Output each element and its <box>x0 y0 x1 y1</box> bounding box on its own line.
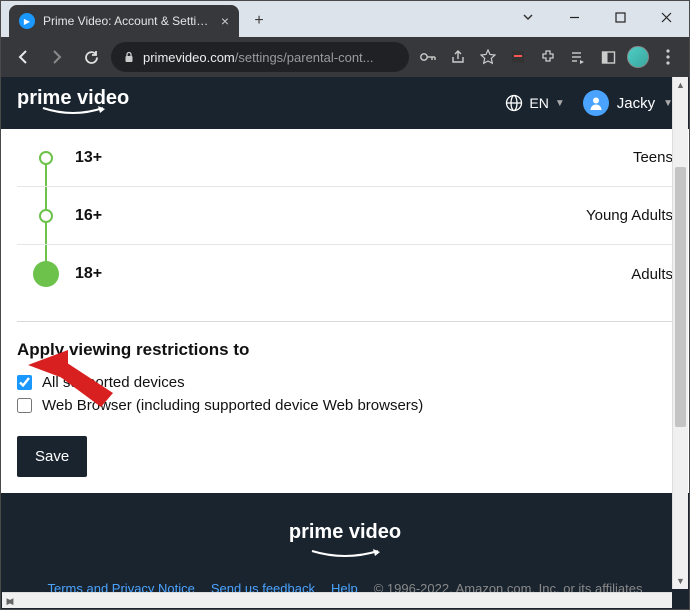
save-button[interactable]: Save <box>17 436 87 477</box>
new-tab-button[interactable]: + <box>245 7 273 35</box>
minimize-button[interactable] <box>551 1 597 33</box>
restriction-checkbox[interactable] <box>17 375 32 390</box>
divider <box>17 321 673 322</box>
page-content: 13+ Teens 16+ Young Adults 18+ Adults Apply v… <box>1 129 689 609</box>
extension-icon-1[interactable] <box>505 44 531 70</box>
horizontal-scrollbar[interactable]: ◀ ▶ <box>2 592 672 608</box>
rating-label: 16+ <box>75 207 102 225</box>
rating-row[interactable]: 16+ Young Adults <box>17 187 673 245</box>
window-titlebar: ▶ Prime Video: Account & Settings × + <box>1 1 689 37</box>
rating-row[interactable]: 18+ Adults <box>17 245 673 303</box>
back-button[interactable] <box>9 43 37 71</box>
share-icon[interactable] <box>445 44 471 70</box>
address-bar[interactable]: primevideo.com/settings/parental-cont... <box>111 42 409 72</box>
scroll-thumb[interactable] <box>675 167 686 427</box>
close-window-button[interactable] <box>643 1 689 33</box>
language-selector[interactable]: EN ▼ <box>505 94 564 112</box>
reload-button[interactable] <box>77 43 105 71</box>
maximize-button[interactable] <box>597 1 643 33</box>
key-icon[interactable] <box>415 44 441 70</box>
age-ratings-list: 13+ Teens 16+ Young Adults 18+ Adults <box>1 129 689 303</box>
rating-node-icon <box>33 261 59 287</box>
rating-description: Young Adults <box>586 207 673 224</box>
forward-button[interactable] <box>43 43 71 71</box>
profile-avatar-icon[interactable] <box>625 44 651 70</box>
browser-toolbar: primevideo.com/settings/parental-cont... <box>1 37 689 77</box>
lock-icon <box>123 51 135 63</box>
tab-favicon: ▶ <box>19 13 35 29</box>
menu-dots-icon[interactable] <box>655 44 681 70</box>
prime-video-header: prime video EN ▼ Jacky ▼ <box>1 77 689 129</box>
rating-node-icon <box>39 151 53 165</box>
restriction-label: Web Browser (including supported device … <box>42 397 423 414</box>
user-name: Jacky <box>617 95 655 112</box>
rating-label: 13+ <box>75 149 102 167</box>
scroll-right-arrow-icon[interactable]: ▶ <box>2 593 18 609</box>
restriction-checkbox[interactable] <box>17 398 32 413</box>
rating-description: Adults <box>631 266 673 283</box>
user-menu[interactable]: Jacky ▼ <box>583 90 673 116</box>
vertical-scrollbar[interactable]: ▲ ▼ <box>672 77 688 589</box>
restriction-option[interactable]: Web Browser (including supported device … <box>17 397 673 414</box>
globe-icon <box>505 94 523 112</box>
url-path: /settings/parental-cont... <box>235 50 374 65</box>
close-tab-icon[interactable]: × <box>221 13 229 29</box>
scroll-down-arrow-icon[interactable]: ▼ <box>673 573 688 589</box>
prime-video-logo[interactable]: prime video <box>17 88 129 118</box>
scroll-up-arrow-icon[interactable]: ▲ <box>673 77 688 93</box>
extensions-icon[interactable] <box>535 44 561 70</box>
panel-icon[interactable] <box>595 44 621 70</box>
chevron-down-icon: ▼ <box>555 98 565 109</box>
restriction-label: All supported devices <box>42 374 185 391</box>
tab-title: Prime Video: Account & Settings <box>43 14 213 28</box>
bookmark-star-icon[interactable] <box>475 44 501 70</box>
language-label: EN <box>529 95 548 111</box>
rating-row[interactable]: 13+ Teens <box>17 129 673 187</box>
rating-description: Teens <box>633 149 673 166</box>
user-avatar-icon <box>583 90 609 116</box>
url-domain: primevideo.com <box>143 50 235 65</box>
rating-label: 18+ <box>75 265 102 283</box>
playlist-icon[interactable] <box>565 44 591 70</box>
browser-tab[interactable]: ▶ Prime Video: Account & Settings × <box>9 5 239 37</box>
rating-node-icon <box>39 209 53 223</box>
chevron-down-icon[interactable] <box>505 1 551 33</box>
footer-logo: prime video <box>17 521 673 567</box>
restrictions-title: Apply viewing restrictions to <box>17 340 673 360</box>
restriction-option[interactable]: All supported devices <box>17 374 673 391</box>
